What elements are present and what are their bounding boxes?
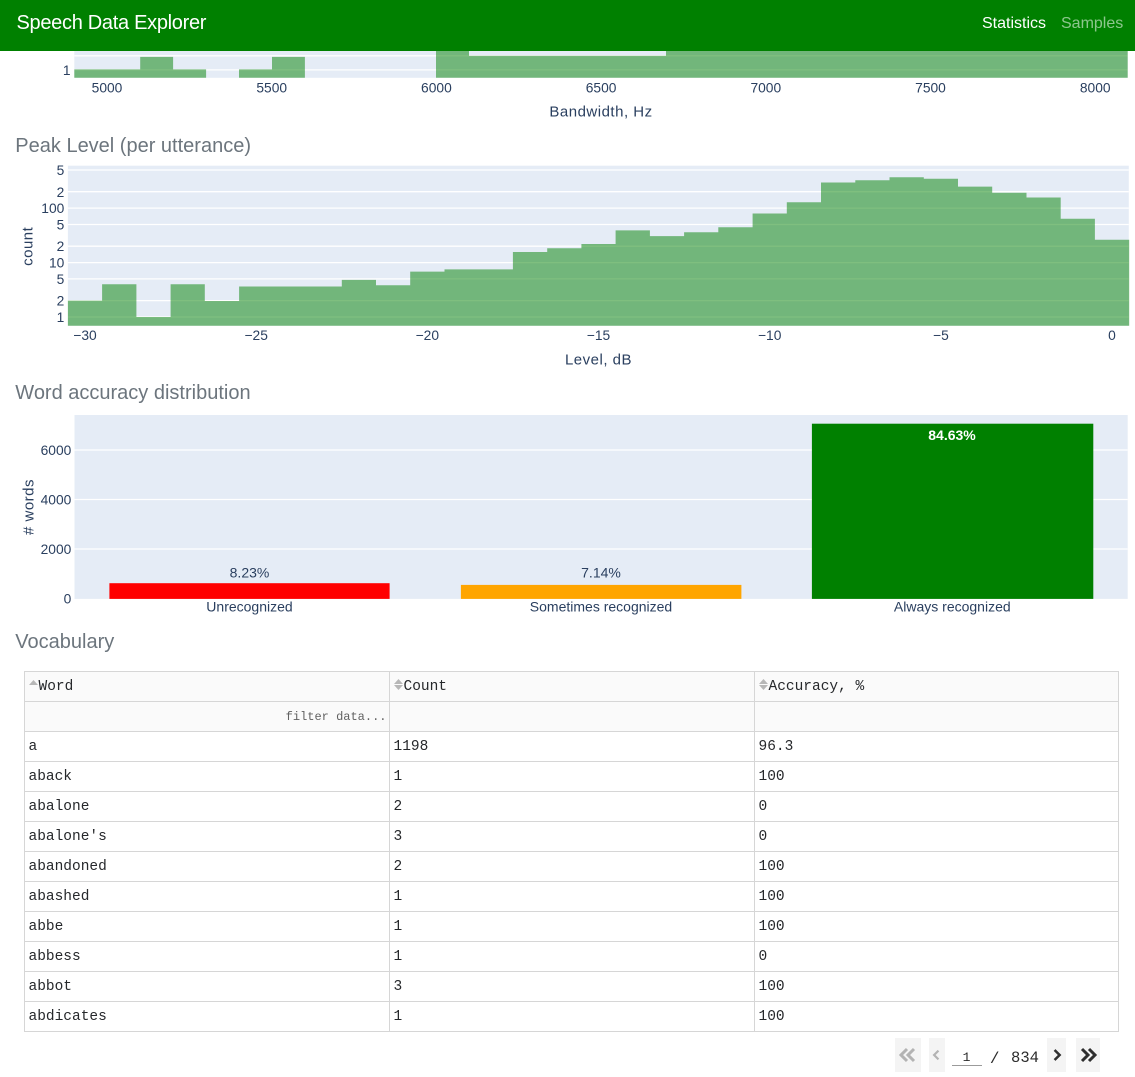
svg-text:6500: 6500 [586, 80, 617, 95]
svg-text:5000: 5000 [92, 80, 123, 95]
svg-text:−30: −30 [73, 328, 97, 343]
svg-text:7500: 7500 [915, 80, 946, 95]
svg-text:1: 1 [57, 310, 65, 325]
svg-text:8000: 8000 [1080, 80, 1111, 95]
svg-text:5: 5 [57, 272, 65, 287]
svg-text:8.23%: 8.23% [230, 565, 270, 581]
svg-text:# words: # words [20, 479, 37, 535]
svg-text:84.63%: 84.63% [928, 427, 976, 443]
svg-text:−10: −10 [758, 328, 782, 343]
svg-text:−5: −5 [933, 328, 949, 343]
svg-text:0: 0 [64, 592, 72, 607]
svg-text:10: 10 [49, 256, 65, 271]
svg-text:Unrecognized: Unrecognized [206, 599, 292, 615]
svg-text:0: 0 [1108, 328, 1116, 343]
svg-text:count: count [19, 226, 36, 266]
svg-text:6000: 6000 [41, 443, 72, 458]
svg-text:2: 2 [57, 239, 65, 254]
svg-text:5500: 5500 [256, 80, 287, 95]
svg-text:6000: 6000 [421, 80, 452, 95]
svg-text:7000: 7000 [750, 80, 781, 95]
svg-text:−25: −25 [244, 328, 268, 343]
svg-text:7.14%: 7.14% [581, 565, 621, 581]
svg-text:2: 2 [57, 185, 65, 200]
svg-text:Always recognized: Always recognized [894, 599, 1011, 615]
svg-text:5: 5 [57, 163, 65, 178]
svg-text:100: 100 [41, 201, 64, 216]
svg-text:4000: 4000 [41, 493, 72, 508]
svg-text:2: 2 [57, 294, 65, 309]
svg-text:Bandwidth, Hz: Bandwidth, Hz [549, 103, 652, 120]
svg-text:1: 1 [63, 63, 71, 78]
svg-text:5: 5 [57, 218, 65, 233]
svg-text:Level, dB: Level, dB [565, 351, 632, 368]
svg-text:2000: 2000 [41, 542, 72, 557]
svg-text:Sometimes recognized: Sometimes recognized [530, 599, 672, 615]
svg-text:−20: −20 [416, 328, 440, 343]
svg-text:−15: −15 [587, 328, 611, 343]
